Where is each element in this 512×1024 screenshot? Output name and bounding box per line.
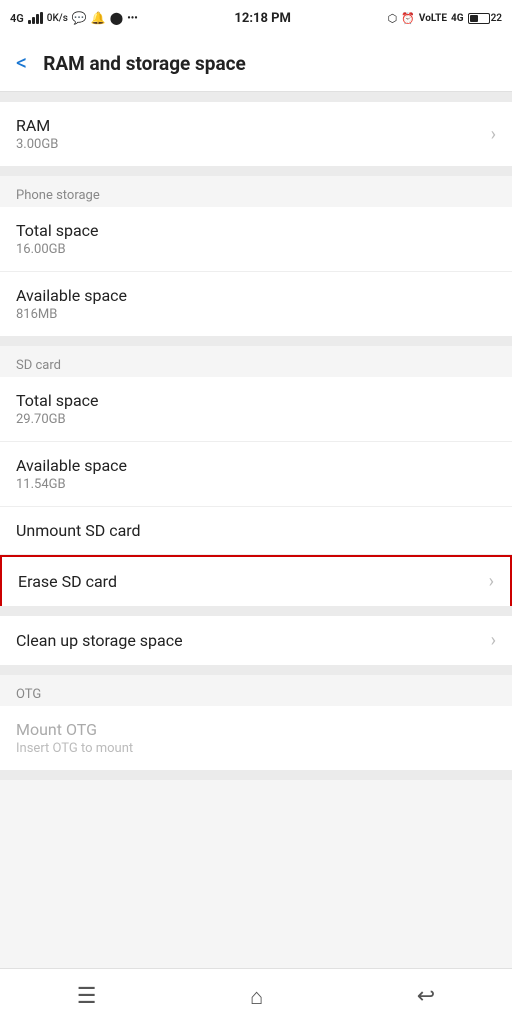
cleanup-title: Clean up storage space: [16, 631, 183, 650]
page-title: RAM and storage space: [43, 52, 246, 75]
whatsapp-icon: 💬: [72, 11, 87, 25]
battery-icon: [468, 13, 490, 24]
chevron-right-erase-icon: ›: [489, 571, 494, 592]
cleanup-item[interactable]: Clean up storage space ›: [0, 616, 512, 665]
more-icon: •••: [127, 13, 138, 24]
chevron-right-icon: ›: [491, 124, 496, 145]
mount-otg-title: Mount OTG: [16, 720, 133, 739]
section-divider-4: [0, 665, 512, 675]
home-button[interactable]: ⌂: [250, 984, 263, 1010]
phone-storage-section: Phone storage Total space 16.00GB Availa…: [0, 176, 512, 336]
bluetooth-icon: ⬡: [388, 12, 398, 25]
available-space-phone-title: Available space: [16, 286, 127, 305]
ram-section: RAM 3.00GB ›: [0, 102, 512, 166]
total-space-phone-item: Total space 16.00GB: [0, 207, 512, 272]
notifications-icon: 🔔: [91, 11, 106, 25]
volte-indicator: VoLTE: [419, 13, 447, 24]
available-space-sd-subtitle: 11.54GB: [16, 477, 127, 492]
section-divider-2: [0, 336, 512, 346]
network-speed: 0K/s: [47, 13, 68, 24]
back-nav-button[interactable]: ↩: [417, 984, 435, 1009]
battery-indicator: 22: [468, 13, 502, 24]
ram-item[interactable]: RAM 3.00GB ›: [0, 102, 512, 166]
bottom-nav: ☰ ⌂ ↩: [0, 968, 512, 1024]
network-indicator: 4G: [10, 12, 24, 25]
status-right: ⬡ ⏰ VoLTE 4G 22: [388, 12, 502, 25]
otg-label: OTG: [0, 675, 512, 706]
alarm-icon: ⏰: [401, 12, 415, 25]
cleanup-section: Clean up storage space ›: [0, 616, 512, 665]
section-divider-1: [0, 166, 512, 176]
sd-card-section: SD card Total space 29.70GB Available sp…: [0, 346, 512, 606]
erase-sd-item[interactable]: Erase SD card ›: [0, 555, 512, 606]
total-space-sd-item: Total space 29.70GB: [0, 377, 512, 442]
lte-indicator: 4G: [451, 13, 464, 24]
back-button[interactable]: <: [16, 51, 27, 76]
phone-storage-label: Phone storage: [0, 176, 512, 207]
ram-title: RAM: [16, 116, 58, 135]
status-time: 12:18 PM: [234, 11, 291, 26]
header: < RAM and storage space: [0, 36, 512, 92]
mount-otg-item: Mount OTG Insert OTG to mount: [0, 706, 512, 770]
unmount-sd-item[interactable]: Unmount SD card: [0, 507, 512, 555]
menu-button[interactable]: ☰: [77, 984, 97, 1009]
sd-card-label: SD card: [0, 346, 512, 377]
otg-section: OTG Mount OTG Insert OTG to mount: [0, 675, 512, 770]
unmount-sd-title: Unmount SD card: [16, 521, 141, 540]
available-space-sd-item: Available space 11.54GB: [0, 442, 512, 507]
page-content: RAM 3.00GB › Phone storage Total space 1…: [0, 92, 512, 836]
available-space-sd-title: Available space: [16, 456, 127, 475]
section-divider-3: [0, 606, 512, 616]
mount-otg-subtitle: Insert OTG to mount: [16, 741, 133, 756]
total-space-phone-title: Total space: [16, 221, 99, 240]
vpn-icon: ⬤: [110, 11, 123, 25]
ram-subtitle: 3.00GB: [16, 137, 58, 152]
signal-bars-icon: [28, 12, 43, 24]
erase-sd-title: Erase SD card: [18, 572, 117, 591]
available-space-phone-subtitle: 816MB: [16, 307, 127, 322]
section-divider-bottom: [0, 770, 512, 780]
status-left: 4G 0K/s 💬 🔔 ⬤ •••: [10, 11, 138, 25]
chevron-right-cleanup-icon: ›: [491, 630, 496, 651]
status-bar: 4G 0K/s 💬 🔔 ⬤ ••• 12:18 PM ⬡ ⏰ VoLTE 4G …: [0, 0, 512, 36]
total-space-sd-subtitle: 29.70GB: [16, 412, 99, 427]
total-space-sd-title: Total space: [16, 391, 99, 410]
available-space-phone-item: Available space 816MB: [0, 272, 512, 336]
section-divider-top: [0, 92, 512, 102]
total-space-phone-subtitle: 16.00GB: [16, 242, 99, 257]
